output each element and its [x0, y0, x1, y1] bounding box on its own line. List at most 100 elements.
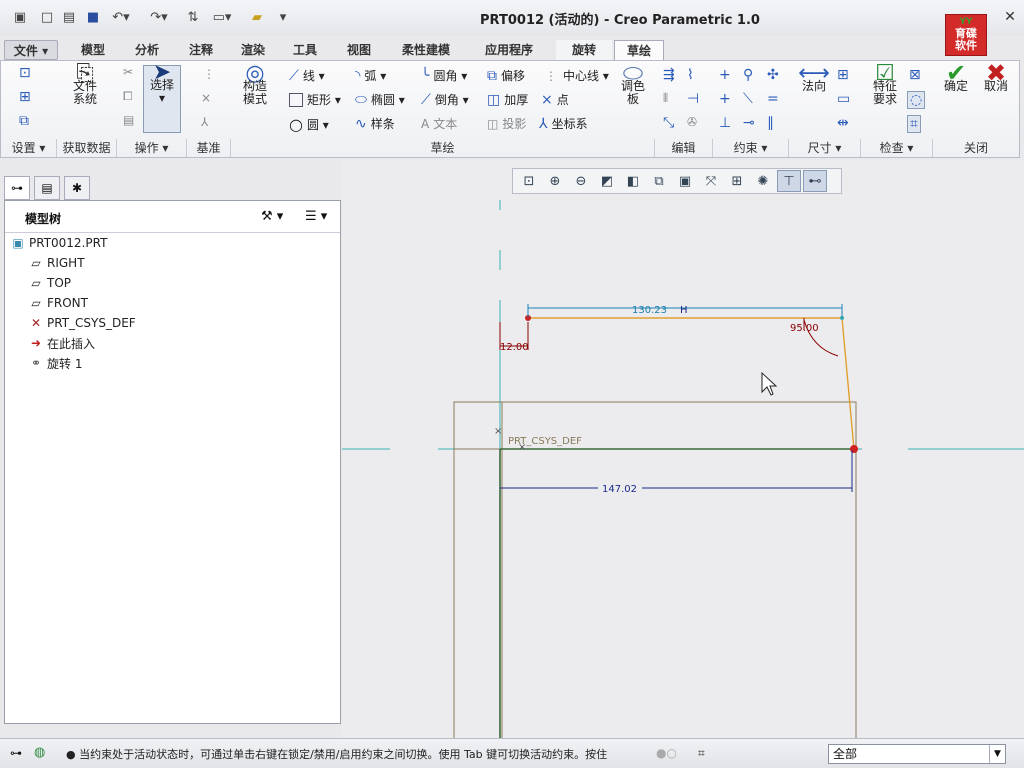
project-button[interactable]: ◫ 投影 [487, 115, 526, 132]
shade-closed-icon[interactable]: ⊠ [909, 67, 925, 83]
tree-item-part[interactable]: ▣ PRT0012.PRT [9, 233, 107, 253]
datum-point-icon[interactable]: × [201, 91, 211, 105]
point-button[interactable]: × 点 [541, 91, 569, 108]
sketch-setup-icon[interactable]: ⊡ [19, 65, 35, 81]
tangent-constraint-icon[interactable]: ⚲ [743, 67, 757, 83]
tree-item-front[interactable]: ▱ FRONT [27, 293, 88, 313]
file-system-button[interactable]: ⎘ 文件 系统 [63, 63, 107, 106]
perimeter-icon[interactable]: ⊞ [837, 67, 853, 83]
palette-button[interactable]: ⬭ 调色 板 [613, 61, 653, 106]
cancel-button[interactable]: ✖ 取消 [979, 61, 1013, 93]
tab-tools[interactable]: 工具 [282, 40, 328, 60]
dimension-left-value[interactable]: 12.00 [500, 342, 529, 353]
tree-item-insert-here[interactable]: ➜ 在此插入 [27, 333, 95, 353]
select-button[interactable]: ➤ 选择 ▾ [143, 62, 181, 133]
ellipse-button[interactable]: ⬭ 椭圆 ▾ [355, 91, 405, 108]
fillet-button[interactable]: ╰ 圆角 ▾ [421, 67, 467, 84]
tab-flexible-modeling[interactable]: 柔性建模 [390, 40, 462, 60]
coincident-constraint-icon[interactable]: ⊸ [743, 115, 759, 131]
perpendicular-constraint-icon[interactable]: ⊥ [719, 115, 735, 131]
toggle-navigator-icon[interactable]: ⊶ [10, 746, 22, 760]
tab-analysis[interactable]: 分析 [124, 40, 170, 60]
graphics-window[interactable]: ⊡ ⊕ ⊖ ◩ ◧ ⧉ ▣ ⤧ ⊞ ✺ ⊤ ⊷ 130.23 H 95.00 1… [342, 160, 1024, 738]
vertex-bottom-right[interactable] [850, 445, 858, 453]
tab-revolve[interactable]: 旋转 [556, 40, 612, 60]
circle-button[interactable]: ○ 圆 ▾ [289, 115, 329, 134]
customize-toolbar-icon[interactable]: ▾ [276, 7, 290, 27]
construction-mode-button[interactable]: ◎ 构造 模式 [237, 63, 273, 106]
tab-annotate[interactable]: 注释 [178, 40, 224, 60]
modify-icon[interactable]: ⇶ [663, 67, 679, 83]
tab-file[interactable]: 文件 ▾ [4, 40, 58, 60]
sketch-view-icon[interactable]: ⧉ [19, 113, 33, 129]
save-icon[interactable]: ■ [84, 7, 102, 27]
normal-dimension-button[interactable]: ⟷ 法向 [795, 63, 833, 93]
references-icon[interactable]: ⊞ [19, 89, 35, 105]
group-constrain[interactable]: 约束 ▾ [713, 139, 789, 157]
favorites-tab-icon[interactable]: ✱ [64, 176, 90, 200]
tree-item-revolve[interactable]: ⚭ 旋转 1 [27, 353, 82, 373]
find-icon[interactable]: ⌗ [698, 746, 705, 761]
overlap-geometry-icon[interactable]: ⌗ [907, 115, 921, 133]
group-setup[interactable]: 设置 ▾ [1, 139, 57, 157]
dimension-bottom-value[interactable]: 147.02 [602, 484, 637, 495]
horizontal-constraint-icon[interactable]: + [719, 91, 735, 107]
dimension-top-value[interactable]: 130.23 [632, 305, 667, 316]
tab-render[interactable]: 渲染 [230, 40, 276, 60]
tab-sketch[interactable]: 草绘 [614, 40, 664, 60]
folder-browser-tab-icon[interactable]: ▤ [34, 176, 60, 200]
tree-item-top[interactable]: ▱ TOP [27, 273, 71, 293]
chamfer-button[interactable]: ⟋ 倒角 ▾ [421, 91, 469, 108]
new-file-icon[interactable]: □ [38, 7, 56, 27]
copy-icon[interactable]: ⧠ [123, 89, 133, 104]
tree-filters-icon[interactable]: ☰ ▾ [305, 209, 327, 224]
cut-icon[interactable]: ✂ [123, 65, 133, 79]
close-icon[interactable]: ✕ [1000, 8, 1020, 26]
symmetric-constraint-icon[interactable]: ✣ [767, 67, 783, 83]
tree-settings-icon[interactable]: ⚒ ▾ [261, 209, 283, 224]
paste-icon[interactable]: ▤ [123, 113, 134, 127]
windows-icon[interactable]: ▭▾ [208, 7, 236, 27]
group-operations[interactable]: 操作 ▾ [117, 139, 187, 157]
dimension-angle-value[interactable]: 95.00 [790, 323, 819, 334]
ok-button[interactable]: ✔ 确定 [939, 61, 973, 93]
group-dimension[interactable]: 尺寸 ▾ [789, 139, 861, 157]
divide-icon[interactable]: ⌇ [687, 67, 698, 83]
regenerate-icon[interactable]: ⇅ [184, 7, 202, 27]
baseline-icon[interactable]: ⇹ [837, 115, 853, 131]
tab-view[interactable]: 视图 [336, 40, 382, 60]
rectangle-button[interactable]: 矩形 ▾ [289, 91, 341, 108]
reference-dimension-icon[interactable]: ▭ [837, 91, 854, 107]
vertical-constraint-icon[interactable]: + [719, 67, 735, 83]
tab-applications[interactable]: 应用程序 [470, 40, 548, 60]
rotate-resize-icon[interactable]: ✇ [687, 115, 697, 129]
tab-model[interactable]: 模型 [70, 40, 116, 60]
datum-centerline-icon[interactable]: ⋮ [203, 67, 215, 81]
equal-constraint-icon[interactable]: = [767, 91, 783, 107]
delete-segment-icon[interactable]: ⤡ [663, 115, 678, 131]
mirror-icon[interactable]: ⫴ [663, 91, 668, 106]
text-button[interactable]: A 文本 [421, 115, 457, 132]
corner-icon[interactable]: ⊣ [687, 91, 703, 107]
group-inspect[interactable]: 检查 ▾ [861, 139, 933, 157]
undo-icon[interactable]: ↶▾ [108, 7, 134, 27]
centerline-button[interactable]: ⋮ 中心线 ▾ [545, 67, 609, 84]
feature-requirements-button[interactable]: ☑ 特征 要求 [865, 63, 905, 106]
line-button[interactable]: ⟋ 线 ▾ [289, 67, 325, 84]
browser-toggle-icon[interactable]: ◍ [34, 745, 45, 760]
csys-button[interactable]: ⅄ 坐标系 [539, 115, 588, 132]
open-folder-icon[interactable]: ▤ [60, 7, 78, 27]
midpoint-constraint-icon[interactable]: ⟍ [743, 91, 757, 107]
tree-item-csys[interactable]: ✕ PRT_CSYS_DEF [27, 313, 136, 333]
profile-slant-line[interactable] [841, 317, 855, 450]
tree-item-right[interactable]: ▱ RIGHT [27, 253, 84, 273]
datum-csys-icon[interactable]: ⅄ [201, 115, 208, 129]
model-tree-tab-icon[interactable]: ⊶ [4, 176, 30, 200]
highlight-open-ends-icon[interactable]: ◌ [907, 91, 926, 109]
thicken-button[interactable]: ◫ 加厚 [487, 91, 528, 108]
arc-button[interactable]: ◝ 弧 ▾ [355, 67, 386, 84]
close-window-icon[interactable]: ▰ [248, 7, 266, 27]
parallel-constraint-icon[interactable]: ∥ [767, 115, 778, 131]
offset-button[interactable]: ⧉ 偏移 [487, 67, 525, 84]
spline-button[interactable]: ∿ 样条 [355, 115, 395, 132]
